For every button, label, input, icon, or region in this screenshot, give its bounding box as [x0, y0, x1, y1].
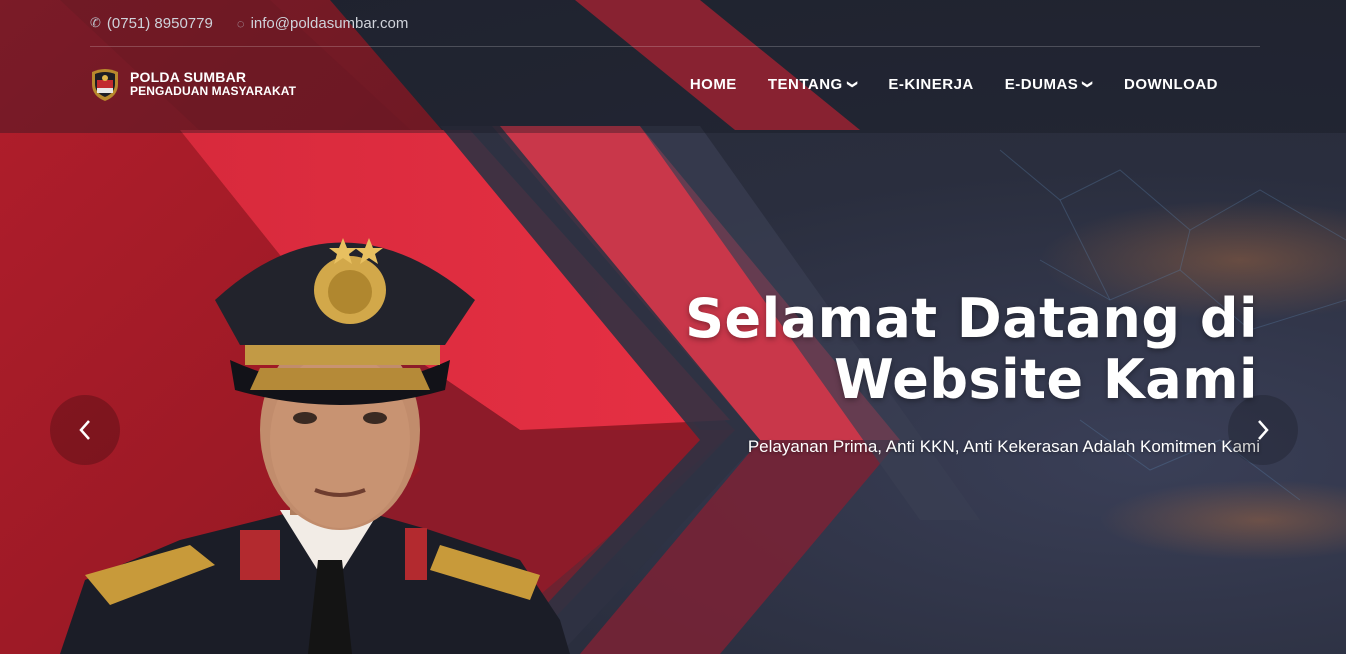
nav-item-label: HOME — [689, 76, 737, 93]
nav-item-tentang[interactable]: TENTANG ❯ — [768, 76, 858, 93]
phone-number: (0751) 8950779 — [106, 14, 213, 32]
chevron-left-icon — [79, 420, 90, 440]
police-badge-icon — [92, 69, 118, 101]
email-icon: ◌ — [236, 15, 245, 31]
nav-item-label: E-DUMAS — [1004, 76, 1079, 93]
nav-item-label: TENTANG — [767, 76, 843, 93]
brand-logo[interactable]: POLDA SUMBAR PENGADUAN MASYARAKAT — [90, 66, 296, 102]
phone-icon: ✆ — [90, 15, 101, 30]
nav-item-e-dumas[interactable]: E-DUMAS ❯ — [1005, 76, 1093, 93]
chevron-right-icon — [1258, 420, 1269, 440]
nav-item-download[interactable]: DOWNLOAD — [1124, 76, 1218, 93]
slider-next-button[interactable] — [1228, 395, 1298, 465]
nav-item-home[interactable]: HOME — [690, 76, 737, 93]
chevron-down-icon: ❯ — [1082, 80, 1094, 89]
nav-item-label: E-KINERJA — [888, 76, 974, 93]
slider-prev-button[interactable] — [50, 395, 120, 465]
topbar: ✆ (0751) 8950779 ◌ info@poldasumbar.com — [90, 0, 1260, 47]
hero-title-line2: Website Kami — [834, 348, 1258, 411]
brand-title: POLDA SUMBAR — [130, 69, 247, 86]
email-contact[interactable]: ◌ info@poldasumbar.com — [237, 15, 409, 32]
nav-item-e-kinerja[interactable]: E-KINERJA — [888, 76, 973, 93]
nav-item-label: DOWNLOAD — [1124, 76, 1218, 93]
phone-contact[interactable]: ✆ (0751) 8950779 — [90, 15, 213, 32]
main-nav: HOME TENTANG ❯ E-KINERJA E-DUMAS ❯ DOWNL… — [690, 76, 1218, 93]
hero-title-line1: Selamat Datang di — [685, 287, 1258, 350]
chevron-down-icon: ❯ — [846, 80, 858, 89]
hero-title: Selamat Datang di Website Kami — [618, 288, 1258, 410]
hero-subtitle: Pelayanan Prima, Anti KKN, Anti Kekerasa… — [747, 437, 1260, 456]
email-address: info@poldasumbar.com — [250, 14, 409, 32]
brand-subtitle: PENGADUAN MASYARAKAT — [130, 84, 297, 99]
